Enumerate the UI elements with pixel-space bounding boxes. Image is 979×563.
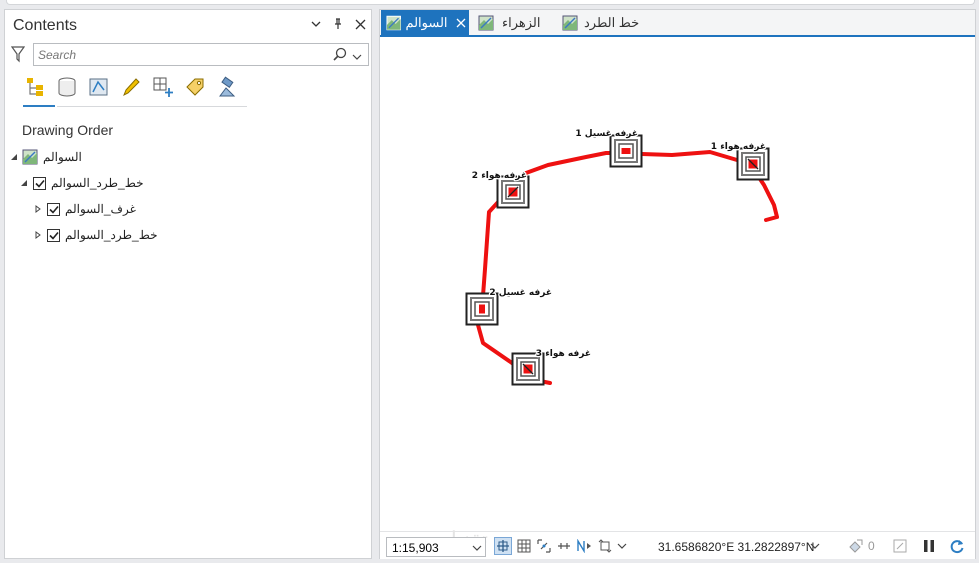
- tab-map-active[interactable]: السوالم: [381, 10, 469, 35]
- list-by-snapping-icon[interactable]: [151, 73, 175, 101]
- list-by-drawing-order-icon[interactable]: [23, 73, 47, 101]
- tree-item-label: غرف_السوالم: [65, 202, 136, 216]
- north-arrow-icon[interactable]: [575, 537, 593, 555]
- scale-value: 1:15,903: [392, 541, 439, 555]
- toolbar-divider: [57, 106, 247, 107]
- drawing-order-heading: Drawing Order: [22, 122, 114, 138]
- collapse-caret-icon[interactable]: [19, 178, 29, 188]
- active-view-indicator: [23, 105, 55, 107]
- list-by-editing-icon[interactable]: [119, 73, 143, 101]
- pause-drawing-icon[interactable]: [920, 537, 938, 555]
- filter-icon[interactable]: [10, 45, 26, 63]
- search-box[interactable]: [33, 43, 369, 66]
- contents-view-toolbar: [23, 73, 239, 101]
- map-icon: [22, 149, 38, 165]
- collapse-caret-icon[interactable]: [9, 152, 19, 162]
- close-tab-icon[interactable]: [454, 15, 469, 31]
- feature-label: غرفه غسيل 1: [575, 129, 638, 139]
- selected-features-icon[interactable]: [847, 537, 865, 555]
- map-icon: [478, 15, 494, 30]
- pin-icon[interactable]: [331, 16, 345, 32]
- selected-count: 0: [868, 539, 875, 553]
- search-icon[interactable]: [332, 47, 348, 63]
- pane-controls: [309, 16, 367, 32]
- room-marker-air-1[interactable]: [736, 147, 770, 181]
- room-marker-wash-1[interactable]: [609, 134, 643, 168]
- tree-item-layer-line[interactable]: خط_طرد_السوالم: [33, 224, 158, 246]
- map-view-pane: السوالم الزهراء خط الطرد غرفه هواء 1 غرف…: [379, 9, 976, 559]
- expand-caret-icon[interactable]: [33, 230, 43, 240]
- visibility-checkbox[interactable]: [47, 202, 60, 216]
- room-marker-air-2[interactable]: [496, 175, 530, 209]
- chevron-down-icon[interactable]: [810, 541, 820, 551]
- feature-label: غرفه هواء 1: [711, 142, 766, 152]
- chevron-down-icon[interactable]: [472, 543, 482, 553]
- rotate-view-icon[interactable]: [596, 537, 614, 555]
- snapping-icon[interactable]: [535, 537, 553, 555]
- clear-selection-icon[interactable]: [891, 537, 909, 555]
- map-drawing[interactable]: غرفه هواء 1 غرفه غسيل 1 غرفه هواء 2 غرفه…: [380, 37, 975, 531]
- tab-label: السوالم: [405, 14, 448, 30]
- chevron-down-icon[interactable]: [616, 537, 628, 555]
- fixed-zoom-icon[interactable]: [494, 537, 512, 555]
- list-by-perspective-imagery-icon[interactable]: [215, 73, 239, 101]
- feature-label: غرفه غسيل 2: [489, 288, 552, 298]
- contents-pane-title: Contents: [13, 17, 78, 34]
- map-icon: [562, 15, 578, 30]
- expand-caret-icon[interactable]: [33, 204, 43, 214]
- tab-map[interactable]: الزهراء: [473, 10, 553, 35]
- list-by-data-source-icon[interactable]: [55, 73, 79, 101]
- list-by-selection-icon[interactable]: [87, 73, 111, 101]
- measure-icon[interactable]: [555, 537, 573, 555]
- tab-label: الزهراء: [502, 14, 541, 30]
- tab-map[interactable]: خط الطرد: [557, 10, 647, 35]
- feature-label: غرفه هواء 3: [536, 349, 591, 359]
- visibility-checkbox[interactable]: [33, 176, 46, 190]
- contents-pane: Contents Search Drawing Order السوالم خط…: [4, 9, 372, 559]
- visibility-checkbox[interactable]: [47, 228, 60, 242]
- map-status-bar: تقنيات 1:15,903: [380, 527, 975, 559]
- feature-label: غرفه هواء 2: [472, 171, 527, 181]
- tree-item-label: السوالم: [43, 150, 82, 164]
- refresh-icon[interactable]: [948, 537, 966, 555]
- arcgis-pro-window: Contents Search Drawing Order السوالم خط…: [0, 0, 979, 563]
- search-options-chevron-icon[interactable]: [352, 48, 364, 62]
- tree-item-map[interactable]: السوالم: [9, 146, 82, 168]
- list-by-labeling-icon[interactable]: [183, 73, 207, 101]
- room-marker-wash-2[interactable]: [465, 292, 499, 326]
- pane-options-chevron-icon[interactable]: [309, 16, 323, 32]
- grid-icon[interactable]: [515, 537, 533, 555]
- ribbon-edge: [0, 0, 979, 8]
- map-icon: [386, 15, 401, 30]
- search-input[interactable]: [38, 47, 318, 63]
- scale-selector[interactable]: 1:15,903: [386, 537, 486, 557]
- map-canvas[interactable]: غرفه هواء 1 غرفه غسيل 1 غرفه هواء 2 غرفه…: [380, 37, 975, 531]
- coordinate-readout: 31.6586820°E 31.2822897°N: [658, 540, 815, 554]
- tree-item-label: خط_طرد_السوالم: [65, 228, 158, 242]
- tab-label: خط الطرد: [584, 14, 640, 30]
- tree-item-group-layer[interactable]: خط_طرد_السوالم: [19, 172, 144, 194]
- close-icon[interactable]: [353, 16, 367, 32]
- tree-item-layer-rooms[interactable]: غرف_السوالم: [33, 198, 136, 220]
- map-tab-bar: السوالم الزهراء خط الطرد: [380, 10, 975, 36]
- tree-item-label: خط_طرد_السوالم: [51, 176, 144, 190]
